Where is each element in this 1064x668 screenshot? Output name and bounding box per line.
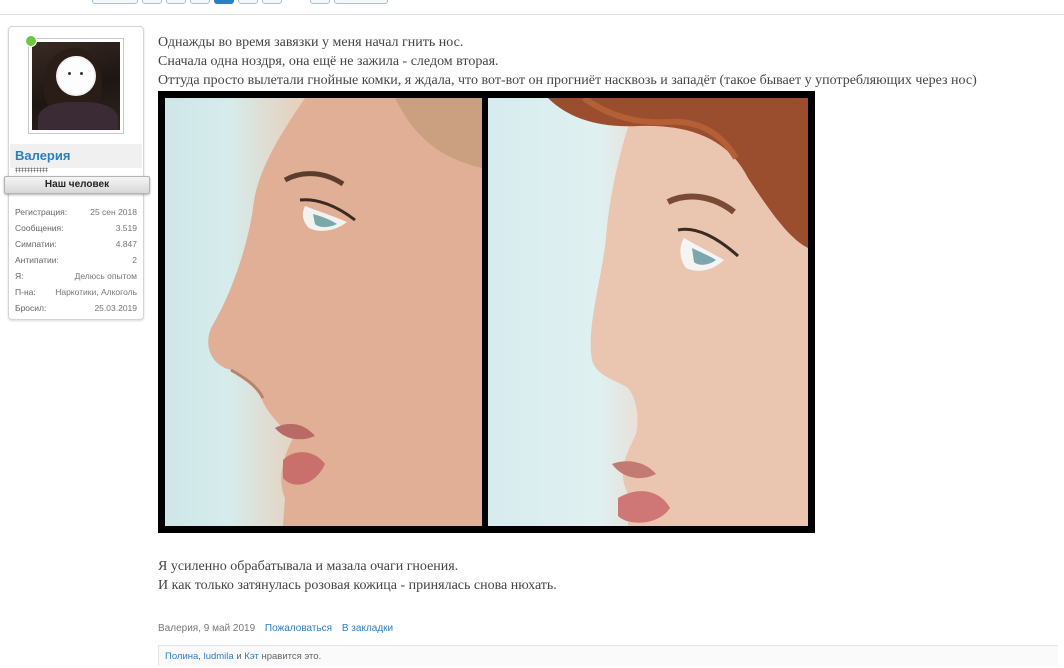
stat-value: 25 сен 2018 (90, 207, 137, 217)
stat-label: Регистрация: (15, 207, 68, 217)
page-link[interactable] (142, 0, 162, 4)
post-author-date[interactable]: Валерия, 9 май 2019 (158, 623, 255, 634)
page-link-current[interactable] (214, 0, 234, 4)
stat-value: 25.03.2019 (94, 303, 137, 313)
stat-likes: Симпатии: 4.847 (15, 236, 137, 252)
user-card: Валерия ‡‡‡‡‡‡‡‡‡‡‡ Наш человек Регистра… (4, 26, 150, 320)
sheep-sticker-icon (58, 58, 94, 94)
likes-joiner: и (236, 651, 242, 662)
message-line: Оттуда просто вылетали гнойные комки, я … (158, 73, 977, 88)
stat-label: П-на: (15, 287, 36, 297)
avatar[interactable] (28, 38, 124, 134)
online-status-icon (25, 35, 37, 47)
page-nav-prev[interactable] (92, 0, 138, 4)
stat-value: 2 (132, 255, 137, 265)
stat-value: Наркотики, Алкоголь (55, 287, 137, 297)
page-link[interactable] (190, 0, 210, 4)
like-user-link[interactable]: ludmila (204, 651, 234, 662)
stat-dislikes: Антипатии: 2 (15, 252, 137, 268)
stat-label: Сообщения: (15, 223, 64, 233)
user-rank-badge: Наш человек (4, 176, 150, 194)
stat-value: Делюсь опытом (74, 271, 137, 281)
post-image[interactable] (158, 91, 815, 533)
page-link[interactable] (238, 0, 258, 4)
page-link[interactable] (166, 0, 186, 4)
like-user-link[interactable]: Полина (165, 651, 198, 662)
stat-me: Я: Делюсь опытом (15, 268, 137, 284)
user-stats: Регистрация: 25 сен 2018 Сообщения: 3.51… (15, 204, 137, 316)
like-user-link[interactable]: Кэт (244, 651, 259, 662)
stat-value: 4.847 (115, 239, 137, 249)
post-meta: Валерия, 9 май 2019 Пожаловаться В закла… (158, 623, 393, 634)
message-line: Сначала одна ноздря, она ещё не зажила -… (158, 54, 499, 69)
divider (0, 14, 1064, 15)
report-link[interactable]: Пожаловаться (265, 623, 332, 634)
page-link[interactable] (310, 0, 330, 4)
stat-label: Бросил: (15, 303, 47, 313)
message-line: И как только затянулась розовая кожица -… (158, 578, 557, 593)
stat-registration: Регистрация: 25 сен 2018 (15, 204, 137, 220)
likes-suffix: нравится это. (261, 651, 322, 662)
message-line: Однажды во время завязки у меня начал гн… (158, 35, 464, 50)
page-link[interactable] (262, 0, 282, 4)
page-nav-next[interactable] (334, 0, 388, 4)
message-line: Я усиленно обрабатывала и мазала очаги г… (158, 559, 459, 574)
stat-value[interactable]: 3.519 (116, 220, 137, 236)
likes-summary: Полина, ludmila и Кэт нравится это. (158, 645, 1058, 666)
stat-messages: Сообщения: 3.519 (15, 220, 137, 236)
stat-label: Симпатии: (15, 239, 57, 249)
bookmark-link[interactable]: В закладки (342, 623, 393, 634)
stat-label: Я: (15, 271, 24, 281)
stat-substances: П-на: Наркотики, Алкоголь (15, 284, 137, 300)
stat-label: Антипатии: (15, 255, 59, 265)
user-stars: ‡‡‡‡‡‡‡‡‡‡‡ (15, 167, 48, 174)
pagination (92, 0, 388, 4)
username-link[interactable]: Валерия (15, 148, 70, 163)
stat-quit-date: Бросил: 25.03.2019 (15, 300, 137, 316)
profile-photo-after (488, 98, 808, 526)
profile-photo-before (165, 98, 482, 526)
